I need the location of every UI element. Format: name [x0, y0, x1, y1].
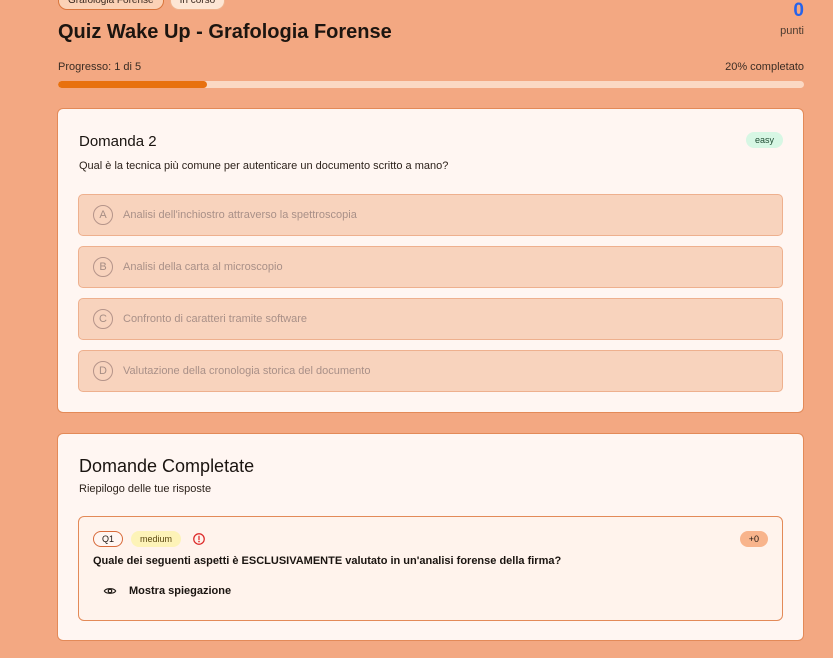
- option-letter: C: [93, 309, 113, 329]
- status-tag: In corso: [169, 0, 226, 10]
- answer-option-a[interactable]: A Analisi dell'inchiostro attraverso la …: [78, 194, 783, 236]
- completed-title: Domande Completate: [79, 456, 255, 476]
- difficulty-badge: easy: [745, 132, 783, 148]
- difficulty-badge: medium: [131, 531, 182, 547]
- points-badge: +0: [739, 531, 768, 547]
- completed-question-text: Quale dei seguenti aspetti è ESCLUSIVAME…: [93, 555, 562, 567]
- question-card: Domanda 2 easy Qual è la tecnica più com…: [57, 108, 804, 413]
- progress-percent: 20% completato: [725, 61, 804, 73]
- question-text: Qual è la tecnica più comune per autenti…: [79, 160, 449, 172]
- alert-circle-icon: [193, 533, 205, 545]
- header-tags: Grafologia Forense In corso: [58, 0, 226, 10]
- category-tag: Grafologia Forense: [58, 0, 164, 10]
- progress-label: Progresso: 1 di 5: [58, 61, 142, 73]
- score-value: 0: [793, 0, 804, 21]
- score-display: 0 punti: [780, 0, 804, 37]
- completed-question-item: Q1 medium +0 Quale dei seguenti aspetti …: [78, 516, 783, 621]
- answer-option-d[interactable]: D Valutazione della cronologia storica d…: [78, 350, 783, 392]
- option-letter: B: [93, 257, 113, 277]
- score-label: punti: [780, 25, 804, 37]
- option-letter: D: [93, 361, 113, 381]
- eye-icon: [103, 588, 117, 594]
- completed-questions-card: Domande Completate Riepilogo delle tue r…: [57, 433, 804, 641]
- question-number-badge: Q1: [93, 531, 124, 547]
- answer-option-c[interactable]: C Confronto di caratteri tramite softwar…: [78, 298, 783, 340]
- option-text: Analisi dell'inchiostro attraverso la sp…: [123, 209, 357, 221]
- option-text: Valutazione della cronologia storica del…: [123, 365, 371, 377]
- progress-bar: [58, 81, 804, 88]
- progress-bar-fill: [58, 81, 208, 88]
- option-text: Confronto di caratteri tramite software: [123, 313, 308, 325]
- show-explanation-button[interactable]: Mostra spiegazione: [103, 584, 231, 598]
- show-explanation-label: Mostra spiegazione: [129, 585, 232, 597]
- question-title: Domanda 2: [79, 133, 157, 150]
- page-title: Quiz Wake Up - Grafologia Forense: [58, 21, 392, 43]
- option-text: Analisi della carta al microscopio: [123, 261, 283, 273]
- completed-subtitle: Riepilogo delle tue risposte: [79, 483, 212, 495]
- option-letter: A: [93, 205, 113, 225]
- answer-option-b[interactable]: B Analisi della carta al microscopio: [78, 246, 783, 288]
